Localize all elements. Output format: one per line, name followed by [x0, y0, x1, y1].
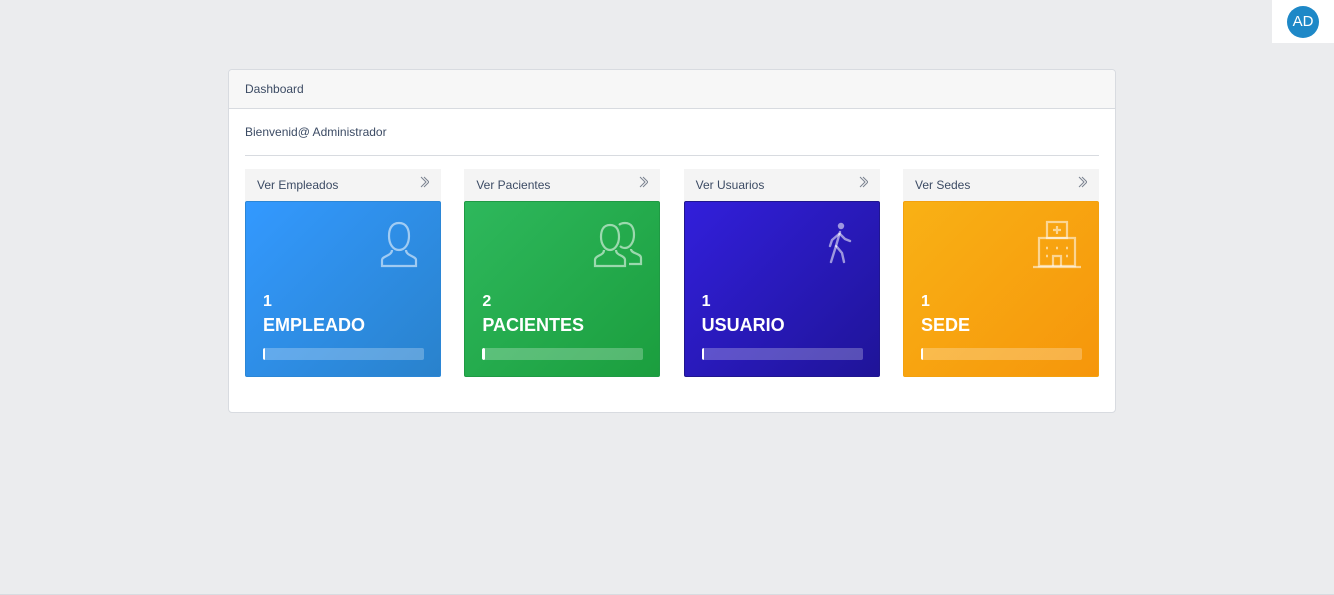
- welcome-message: Bienvenid@ Administrador: [245, 109, 1099, 156]
- sedes-box: 1 SEDE: [902, 201, 1099, 377]
- ver-usuarios-label: Ver Usuarios: [695, 178, 765, 192]
- pacientes-progress: [482, 348, 644, 360]
- user-icon: [380, 221, 418, 268]
- users-icon: [594, 221, 643, 268]
- chevron-right-icon: [1078, 176, 1087, 188]
- ver-usuarios-link[interactable]: Ver Usuarios: [683, 169, 880, 201]
- empleados-box: 1 EMPLEADO: [245, 201, 441, 377]
- sedes-count: 1: [920, 293, 930, 310]
- card-header-title: Dashboard: [229, 70, 1115, 109]
- chevron-right-icon: [420, 176, 429, 188]
- chevron-right-icon: [859, 176, 868, 188]
- ver-sedes-label: Ver Sedes: [914, 178, 971, 192]
- pacientes-label: PACIENTES: [482, 315, 585, 335]
- usuarios-progress: [701, 348, 863, 360]
- empleados-progress-fill: [263, 348, 266, 360]
- empleados-progress: [263, 348, 424, 360]
- header-user-area: AD: [1272, 0, 1334, 43]
- usuarios-label: USUARIO: [701, 315, 785, 335]
- ver-pacientes-label: Ver Pacientes: [476, 178, 551, 192]
- hospital-icon: [1032, 220, 1081, 269]
- tile-empleados: Ver Empleados 1 EMPLEADO: [245, 169, 441, 377]
- card-body: Bienvenid@ Administrador Ver Empleados 1: [229, 109, 1115, 377]
- empleados-label: EMPLEADO: [263, 315, 366, 335]
- pacientes-box: 2 PACIENTES: [464, 201, 661, 377]
- sedes-label: SEDE: [920, 315, 971, 335]
- dashboard-card: Dashboard Bienvenid@ Administrador Ver E…: [228, 69, 1116, 413]
- summary-tiles: Ver Empleados 1 EMPLEADO Ver Pacientes 2…: [245, 169, 1099, 377]
- pacientes-progress-fill: [482, 348, 485, 360]
- usuarios-progress-fill: [701, 348, 705, 360]
- ver-empleados-label: Ver Empleados: [257, 178, 339, 192]
- ver-pacientes-link[interactable]: Ver Pacientes: [464, 169, 661, 201]
- ver-empleados-link[interactable]: Ver Empleados: [245, 169, 441, 201]
- usuarios-count: 1: [701, 293, 711, 310]
- pacientes-count: 2: [482, 293, 492, 310]
- sedes-progress-fill: [920, 348, 924, 360]
- tile-sedes: Ver Sedes 1 SEDE: [902, 169, 1099, 377]
- ver-sedes-link[interactable]: Ver Sedes: [902, 169, 1099, 201]
- tile-usuarios: Ver Usuarios 1 USUARIO: [683, 169, 880, 377]
- avatar[interactable]: AD: [1287, 5, 1319, 38]
- sedes-progress: [920, 348, 1082, 360]
- empleados-count: 1: [263, 293, 272, 310]
- chevron-right-icon: [639, 176, 649, 188]
- walking-person-icon: [828, 222, 851, 264]
- tile-pacientes: Ver Pacientes 2 PACIENTES: [464, 169, 661, 377]
- usuarios-box: 1 USUARIO: [683, 201, 880, 377]
